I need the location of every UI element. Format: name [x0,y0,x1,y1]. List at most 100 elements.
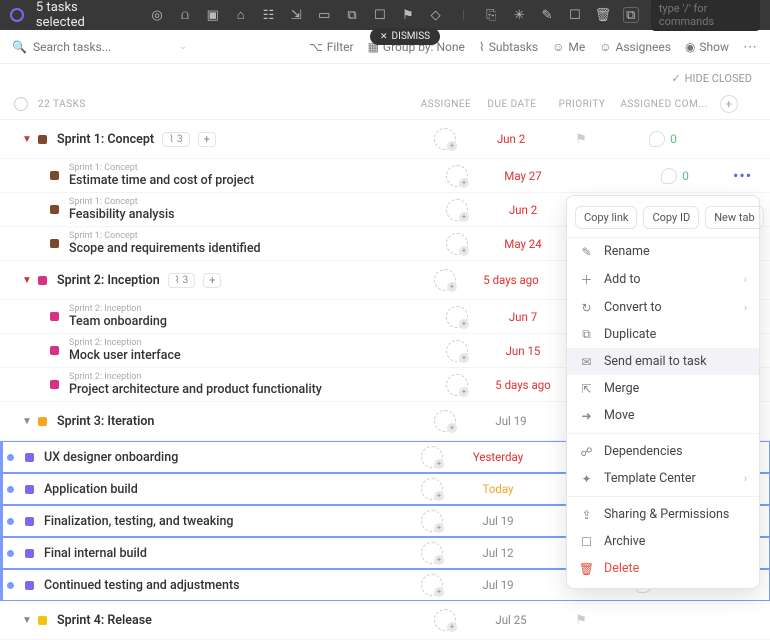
due-date-cell[interactable]: Yesterday [460,450,536,464]
due-date-cell[interactable]: Jun 2 [485,203,561,217]
subtasks-icon[interactable]: ▣ [205,7,221,23]
duplicate-top-icon[interactable]: ⧉ [344,7,360,23]
assignee-placeholder-icon[interactable]: + [434,609,456,631]
ctx-archive[interactable]: ☐Archive [567,528,759,555]
assignee-cell[interactable]: + [429,374,485,396]
tag-icon[interactable]: ⌂ [233,7,249,23]
task-title[interactable]: Sprint 2: Inception [57,273,160,288]
assignee-placeholder-icon[interactable]: + [434,410,456,432]
assignee-cell[interactable]: + [429,199,485,221]
add-assignee-icon[interactable]: + [434,555,444,565]
add-assignee-icon[interactable]: + [447,141,457,151]
add-column-button[interactable]: + [720,95,738,113]
add-subtask-button[interactable]: + [198,132,216,147]
filter-button[interactable]: ⌥Filter [309,40,354,54]
task-title[interactable]: Final internal build [44,546,404,561]
row-actions-button[interactable]: ••• [733,166,752,185]
breadcrumb[interactable]: Sprint 1: Concept [69,231,429,241]
assignee-placeholder-icon[interactable]: + [434,269,456,291]
status-color-dot[interactable] [50,205,59,214]
add-assignee-icon[interactable]: + [459,353,469,363]
comments-cell[interactable]: 0 [625,168,725,184]
task-title[interactable]: Scope and requirements identified [69,241,429,256]
ctx-dependencies[interactable]: ☍Dependencies [567,438,759,465]
hide-closed-toggle[interactable]: ✓HIDE CLOSED [0,64,770,89]
ctx-rename[interactable]: ✎Rename [567,238,759,265]
copy-top-icon[interactable]: ⎘ [483,7,499,23]
col-assigned-comments[interactable]: ASSIGNED COM... [614,99,714,110]
task-title[interactable]: Feasibility analysis [69,207,429,222]
inbox-icon[interactable]: ☐ [567,7,583,23]
task-row[interactable]: Sprint 1: ConceptEstimate time and cost … [0,159,770,193]
col-priority[interactable]: PRIORITY [550,99,614,110]
task-title[interactable]: Sprint 3: Iteration [57,414,154,429]
due-date-cell[interactable]: Jul 19 [460,578,536,592]
assignee-placeholder-icon[interactable]: + [446,165,468,187]
add-assignee-icon[interactable]: + [459,178,469,188]
assignee-cell[interactable]: + [417,128,473,150]
assignee-cell[interactable]: + [404,446,460,468]
assignee-placeholder-icon[interactable]: + [446,233,468,255]
due-date-cell[interactable]: Jun 2 [473,132,549,146]
breadcrumb[interactable]: Sprint 2: Inception [69,304,429,314]
task-title[interactable]: Sprint 1: Concept [57,132,154,147]
priority-cell[interactable]: ⚑ [549,613,613,628]
assignee-placeholder-icon[interactable]: + [421,478,443,500]
col-assignee[interactable]: ASSIGNEE [418,99,474,110]
more-menu[interactable]: ⋯ [743,39,758,55]
show-button[interactable]: ◉Show [685,40,729,54]
move-icon[interactable]: ⇲ [288,7,304,23]
ctx-duplicate[interactable]: ⧉Duplicate [567,321,759,348]
add-assignee-icon[interactable]: + [434,523,444,533]
status-color-dot[interactable] [25,453,34,462]
task-title[interactable]: UX designer onboarding [44,450,404,465]
add-assignee-icon[interactable]: + [447,622,457,632]
status-color-dot[interactable] [50,239,59,248]
due-date-cell[interactable]: 5 days ago [485,378,561,392]
status-color-dot[interactable] [50,312,59,321]
task-title[interactable]: Project architecture and product functio… [69,382,429,397]
ctx-sharing[interactable]: ⇪Sharing & Permissions [567,501,759,528]
assignee-placeholder-icon[interactable]: + [446,199,468,221]
ctx-delete[interactable]: 🗑Delete [567,555,759,582]
status-color-dot[interactable] [38,417,47,426]
checklist-icon[interactable]: ☷ [261,7,277,23]
subtask-count-badge[interactable]: ⌇3 [162,132,190,147]
due-date-cell[interactable]: Jun 7 [485,310,561,324]
due-date-cell[interactable]: Jun 15 [485,344,561,358]
sprint-row[interactable]: ▼Sprint 1: Concept⌇3++Jun 2⚑0 [0,120,770,159]
status-color-dot[interactable] [25,485,34,494]
assignees-button[interactable]: ☺Assignees [599,40,671,54]
priority-cell[interactable]: ⚑ [549,132,613,147]
status-color-dot[interactable] [50,380,59,389]
due-date-cell[interactable]: Jul 12 [460,546,536,560]
task-title[interactable]: Continued testing and adjustments [44,578,404,593]
assignee-cell[interactable]: + [404,574,460,596]
sprint-row[interactable]: ▼Sprint 4: Release+Jul 25⚑ [0,601,770,640]
new-tab-button[interactable]: New tab [705,206,763,229]
assignee-cell[interactable]: + [429,165,485,187]
copy-link-button[interactable]: Copy link [575,206,637,229]
command-input[interactable]: type '/' for commands [651,0,760,31]
date-icon[interactable]: ▭ [316,7,332,23]
assignee-cell[interactable]: + [429,233,485,255]
calendar-icon[interactable]: ☐ [372,7,388,23]
flag-top-icon[interactable]: ⚑ [400,7,416,23]
assignee-placeholder-icon[interactable]: + [421,446,443,468]
due-date-cell[interactable]: 5 days ago [473,273,549,287]
collapse-caret-icon[interactable]: ▼ [22,615,32,626]
ctx-add-to[interactable]: ＋Add to› [567,265,759,294]
add-assignee-icon[interactable]: + [434,587,444,597]
watch-icon[interactable]: ◎ [149,7,165,23]
add-assignee-icon[interactable]: + [434,459,444,469]
assignee-cell[interactable]: + [429,306,485,328]
add-subtask-button[interactable]: + [203,273,221,288]
add-assignee-icon[interactable]: + [447,423,457,433]
subtasks-button[interactable]: ⌇Subtasks [479,40,538,54]
due-date-cell[interactable]: Jul 25 [473,613,549,627]
assignee-cell[interactable]: + [404,542,460,564]
priority-flag-icon[interactable]: ⚑ [575,613,587,628]
task-title[interactable]: Team onboarding [69,314,429,329]
task-title[interactable]: Application build [44,482,404,497]
assignee-placeholder-icon[interactable]: + [446,306,468,328]
